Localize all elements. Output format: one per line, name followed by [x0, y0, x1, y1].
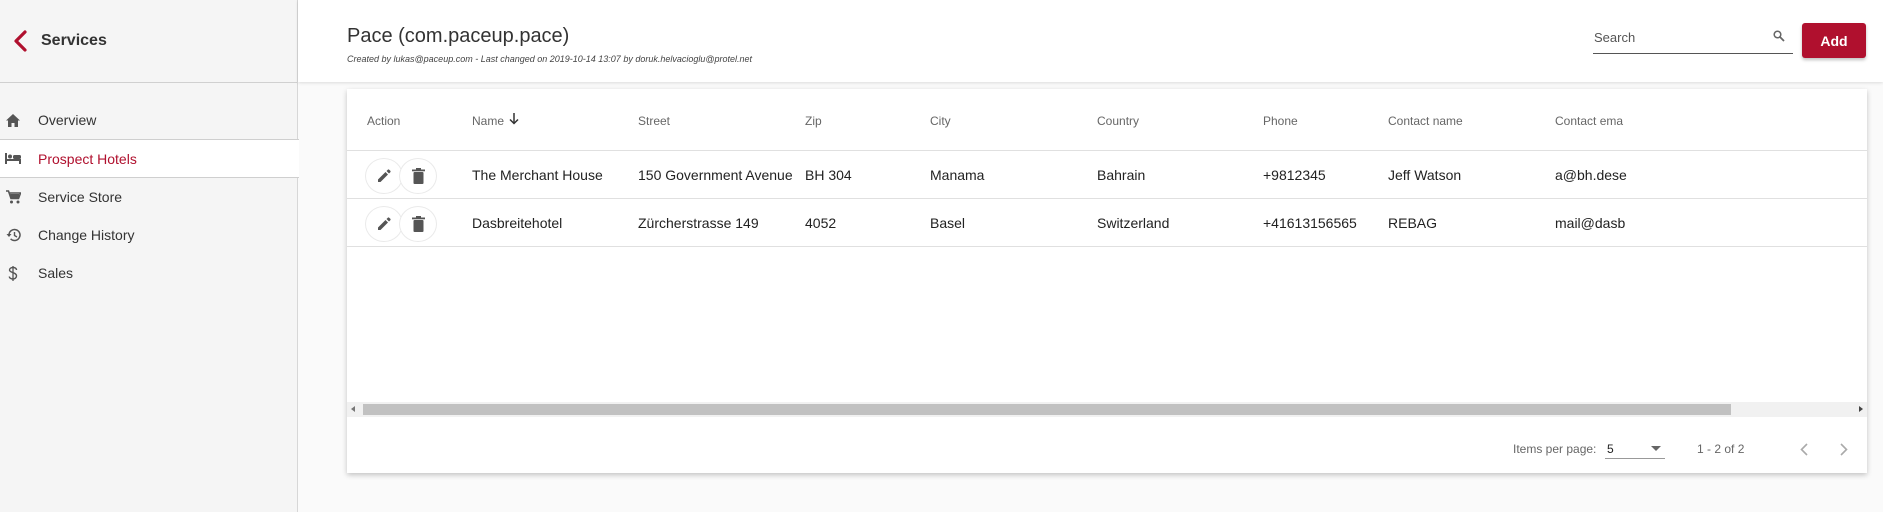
cell-contact-email: mail@dasb: [1555, 215, 1626, 231]
column-header-label: Name: [472, 114, 505, 128]
page-header: Pace (com.paceup.pace) Created by lukas@…: [298, 0, 1883, 82]
cell-phone: +9812345: [1263, 167, 1326, 183]
column-header-name[interactable]: Name: [472, 113, 519, 128]
column-header-street[interactable]: Street: [638, 114, 670, 128]
items-per-page-label: Items per page:: [1513, 442, 1597, 456]
dollar-icon: [5, 265, 21, 281]
next-page-button[interactable]: [1831, 436, 1857, 462]
items-per-page-value: 5: [1607, 442, 1614, 456]
delete-button[interactable]: [399, 206, 437, 242]
cell-name: The Merchant House: [472, 167, 603, 183]
hotel-bed-icon: [5, 151, 21, 167]
chevron-right-icon: [1840, 442, 1848, 456]
scrollbar-thumb[interactable]: [363, 404, 1731, 415]
edit-button[interactable]: [365, 206, 403, 242]
cell-zip: BH 304: [805, 167, 852, 183]
scroll-left-arrow-icon[interactable]: [351, 406, 355, 412]
sidebar-item-label: Change History: [38, 227, 135, 243]
sidebar-title: Services: [41, 32, 107, 49]
cell-contact-name: REBAG: [1388, 215, 1438, 231]
trash-icon: [411, 216, 425, 232]
history-icon: [5, 227, 21, 243]
cell-country: Bahrain: [1097, 167, 1146, 183]
column-header-city[interactable]: City: [930, 114, 951, 128]
cell-zip: 4052: [805, 215, 837, 231]
home-icon: [5, 112, 21, 128]
caret-down-icon: [1651, 446, 1661, 451]
arrow-down-icon: [509, 113, 519, 128]
table-row: The Merchant House 150 Government Avenue…: [347, 151, 1867, 199]
hotels-table-card: Action Name Street Zip City Country Phon…: [347, 89, 1867, 473]
cell-street: Zürcherstrasse 149: [638, 215, 759, 231]
table-header: Action Name Street Zip City Country Phon…: [347, 89, 1867, 151]
cell-city: Manama: [930, 167, 985, 183]
search-input[interactable]: [1593, 24, 1763, 50]
search-icon[interactable]: [1773, 29, 1785, 42]
sidebar: Services Overview Prospect Hotels Servic…: [0, 0, 299, 512]
horizontal-scrollbar[interactable]: [347, 402, 1867, 417]
cell-city: Basel: [930, 215, 966, 231]
table-row: Dasbreitehotel Zürcherstrasse 149 4052 B…: [347, 199, 1867, 247]
sidebar-nav: Overview Prospect Hotels Service Store C…: [0, 101, 299, 292]
sidebar-item-label: Service Store: [38, 189, 123, 205]
sidebar-item-sales[interactable]: Sales: [0, 254, 297, 292]
sidebar-item-overview[interactable]: Overview: [0, 101, 297, 139]
cell-contact-name: Jeff Watson: [1388, 167, 1462, 183]
page-title: Pace (com.paceup.pace): [347, 25, 570, 47]
column-header-zip[interactable]: Zip: [805, 114, 822, 128]
cell-contact-email: a@bh.dese: [1555, 167, 1627, 183]
column-header-contact-name[interactable]: Contact name: [1388, 114, 1463, 128]
sidebar-item-change-history[interactable]: Change History: [0, 216, 297, 254]
cell-street: 150 Government Avenue: [638, 167, 793, 183]
paginator: Items per page: 5 1 - 2 of 2: [347, 429, 1867, 469]
sidebar-item-label: Sales: [38, 265, 74, 281]
items-per-page-select[interactable]: 5: [1605, 439, 1665, 459]
sidebar-item-prospect-hotels[interactable]: Prospect Hotels: [0, 139, 299, 178]
sidebar-item-label: Prospect Hotels: [38, 150, 137, 167]
trash-icon: [411, 168, 425, 184]
column-header-contact-email[interactable]: Contact ema: [1555, 114, 1623, 128]
cart-icon: [5, 189, 21, 205]
cell-name: Dasbreitehotel: [472, 215, 563, 231]
column-header-country[interactable]: Country: [1097, 114, 1139, 128]
sidebar-item-service-store[interactable]: Service Store: [0, 178, 297, 216]
cell-phone: +41613156565: [1263, 215, 1357, 231]
pencil-icon: [378, 169, 391, 182]
page-range-label: 1 - 2 of 2: [1697, 442, 1745, 456]
page-subtitle: Created by lukas@paceup.com - Last chang…: [347, 54, 753, 64]
pencil-icon: [378, 217, 391, 230]
main-content: Pace (com.paceup.pace) Created by lukas@…: [298, 0, 1883, 512]
column-header-action: Action: [367, 114, 401, 128]
sidebar-header: Services: [0, 0, 297, 83]
search-field: [1593, 24, 1793, 54]
edit-button[interactable]: [365, 158, 403, 194]
sidebar-item-label: Overview: [38, 112, 97, 128]
previous-page-button[interactable]: [1791, 436, 1817, 462]
chevron-left-icon: [1800, 442, 1808, 456]
add-button[interactable]: Add: [1802, 23, 1866, 58]
chevron-left-icon[interactable]: [8, 27, 32, 55]
delete-button[interactable]: [399, 158, 437, 194]
column-header-phone[interactable]: Phone: [1263, 114, 1298, 128]
scroll-right-arrow-icon[interactable]: [1859, 406, 1863, 412]
cell-country: Switzerland: [1097, 215, 1170, 231]
